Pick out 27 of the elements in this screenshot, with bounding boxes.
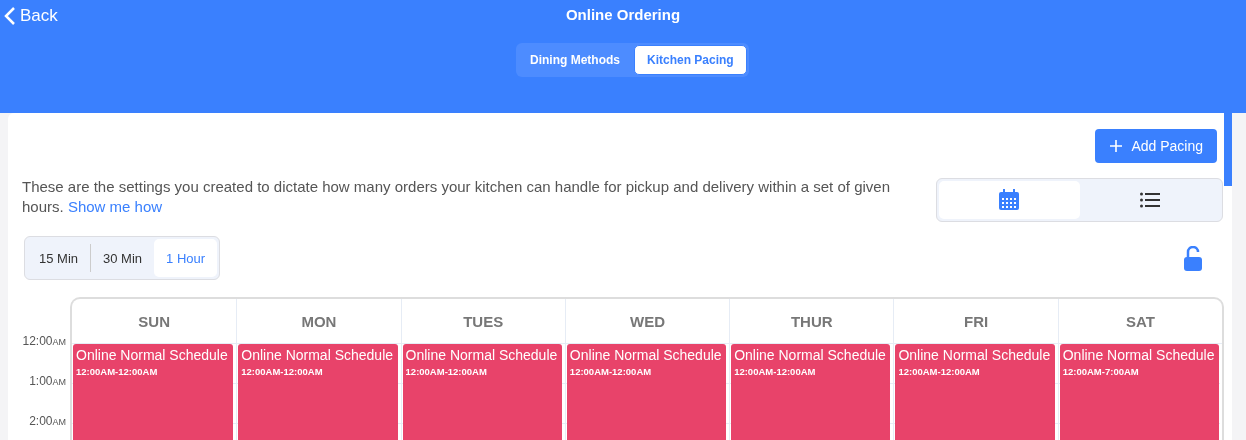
tab[interactable]: Dining Methods	[518, 45, 632, 75]
add-pacing-button[interactable]: Add Pacing	[1095, 129, 1217, 163]
schedule-event[interactable]: Online Normal Schedule 12:00AM-12:00AM	[566, 344, 727, 440]
time-label: 12:00AM	[22, 334, 66, 348]
schedule-event[interactable]: Online Normal Schedule 12:00AM-12:00AM	[238, 344, 398, 440]
schedule-event[interactable]: Online Normal Schedule 12:00AM-12:00AM	[402, 344, 562, 440]
time-label: 2:00AM	[29, 414, 66, 428]
lock-icon	[1183, 246, 1203, 272]
list-icon	[1139, 192, 1160, 208]
calendar-view-button[interactable]	[939, 181, 1080, 219]
description-text: These are the settings you created to dictate how many orders your kitchen can handle for pickup and delivery within a set of given hours. Show me how	[22, 177, 891, 217]
schedule-event[interactable]: Online Normal Schedule 12:00AM-7:00AM	[1059, 344, 1219, 440]
interval-tab[interactable]: 30 Min	[91, 239, 155, 277]
time-label: 1:00AM	[29, 374, 66, 388]
scrollbar[interactable]	[1224, 113, 1232, 186]
interval-tab[interactable]: 1 Hour	[154, 239, 218, 277]
schedule-event[interactable]: Online Normal Schedule 12:00AM-12:00AM	[895, 344, 1055, 440]
schedule-event[interactable]: Online Normal Schedule 12:00AM-12:00AM	[731, 344, 891, 440]
schedule-event[interactable]: Online Normal Schedule 12:00AM-12:00AM	[73, 344, 234, 440]
tab[interactable]: Kitchen Pacing	[634, 45, 747, 75]
chevron-left-icon	[4, 6, 16, 26]
show-me-how-link[interactable]: Show me how	[67, 198, 163, 215]
interval-tab[interactable]: 15 Min	[27, 239, 91, 277]
calendar-icon	[998, 189, 1021, 211]
back-button[interactable]: Back	[0, 4, 62, 28]
page-title: Online Ordering	[565, 6, 681, 23]
plus-icon	[1109, 139, 1124, 153]
